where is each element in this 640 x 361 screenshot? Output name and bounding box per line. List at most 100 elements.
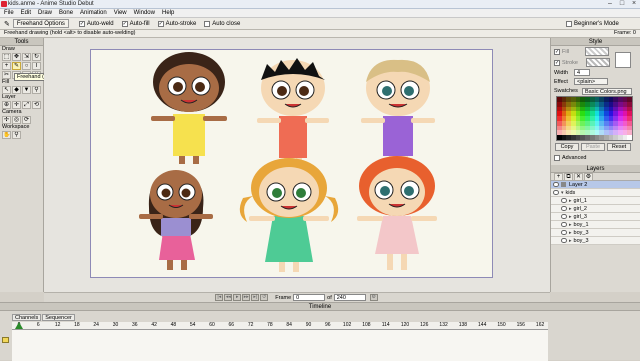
oval-tool-icon[interactable]: ○: [22, 62, 31, 70]
expand-icon[interactable]: ▸: [569, 198, 572, 204]
frame-ruler[interactable]: 0 6 12 18 24 30 36 42 48 54 60 66 72 78 84 90 96 102 108 11…: [12, 322, 548, 330]
expand-icon[interactable]: ▾: [561, 190, 564, 196]
paste-button[interactable]: Paste: [581, 143, 605, 151]
eye-icon[interactable]: [561, 214, 567, 219]
new-layer-icon[interactable]: +: [554, 172, 563, 181]
menu-window[interactable]: Window: [134, 10, 155, 16]
menu-animation[interactable]: Animation: [80, 10, 107, 16]
delete-edge-icon[interactable]: ✂: [2, 71, 11, 79]
create-shape-icon[interactable]: ◆: [12, 86, 21, 94]
timeline-tracks[interactable]: [12, 330, 548, 361]
eye-icon[interactable]: [561, 206, 567, 211]
width-input[interactable]: 4: [574, 69, 590, 76]
minimize-icon[interactable]: –: [604, 0, 616, 8]
step-forward-icon[interactable]: ▸▸: [242, 294, 251, 301]
loop-icon[interactable]: ↺: [260, 294, 269, 301]
layer-row[interactable]: ▸ boy_3: [551, 237, 640, 245]
eye-icon[interactable]: [561, 238, 567, 243]
rotate-layer-icon[interactable]: ⟲: [32, 101, 41, 109]
roll-camera-icon[interactable]: ⟳: [22, 116, 31, 124]
step-back-icon[interactable]: ◂◂: [224, 294, 233, 301]
freehand-options-button[interactable]: Freehand Options: [12, 19, 69, 28]
expand-icon[interactable]: ▸: [569, 238, 572, 244]
layer-row[interactable]: Layer 2: [551, 181, 640, 189]
paint-bucket-icon[interactable]: ▼: [22, 86, 31, 94]
layer-name: boy_3: [573, 229, 589, 236]
tab-sequencer[interactable]: Sequencer: [42, 314, 75, 321]
palette-swatch[interactable]: [627, 135, 632, 140]
rotate-points-icon[interactable]: ↻: [32, 53, 41, 61]
eye-icon[interactable]: [553, 182, 559, 187]
stroke-color-swatch[interactable]: [585, 58, 610, 67]
layer-name: boy_1: [573, 221, 589, 228]
eyedropper-icon[interactable]: ⚲: [32, 86, 41, 94]
auto-weld-checkbox[interactable]: ✓: [78, 20, 85, 27]
frame-input[interactable]: 0: [293, 294, 326, 301]
auto-stroke-checkbox[interactable]: ✓: [157, 20, 164, 27]
menu-edit[interactable]: Edit: [21, 10, 31, 16]
scale-points-icon[interactable]: ⇲: [22, 53, 31, 61]
effect-select[interactable]: <plain>: [574, 78, 608, 85]
scale-layer-icon[interactable]: ⤢: [22, 101, 31, 109]
duplicate-layer-icon[interactable]: ⧉: [564, 172, 573, 181]
fill-checkbox[interactable]: ✓: [554, 48, 560, 55]
track-camera-icon[interactable]: ✢: [2, 116, 11, 124]
auto-weld-label: Auto-weld: [86, 20, 114, 27]
expand-icon[interactable]: ▸: [569, 214, 572, 220]
expand-icon[interactable]: ▸: [569, 222, 572, 228]
close-icon[interactable]: ×: [628, 0, 640, 8]
select-shape-icon[interactable]: ↖: [2, 86, 11, 94]
eye-icon[interactable]: [561, 198, 567, 203]
eye-icon[interactable]: [553, 190, 559, 195]
fill-color-swatch[interactable]: [585, 47, 610, 56]
menu-file[interactable]: File: [4, 10, 14, 16]
stage-frame[interactable]: [90, 49, 493, 278]
auto-fill-checkbox[interactable]: ✓: [121, 20, 128, 27]
menu-draw[interactable]: Draw: [38, 10, 52, 16]
beginners-mode-checkbox[interactable]: [566, 20, 572, 27]
delete-layer-icon[interactable]: ✕: [574, 172, 583, 181]
menu-view[interactable]: View: [114, 10, 127, 16]
zoom-camera-icon[interactable]: ◎: [12, 116, 21, 124]
layer-row[interactable]: ▸ boy_3: [551, 229, 640, 237]
eye-icon[interactable]: [561, 230, 567, 235]
layer-settings-icon[interactable]: ⚙: [584, 172, 593, 181]
tab-channels[interactable]: Channels: [12, 314, 42, 321]
text-tool-icon[interactable]: T: [32, 62, 41, 70]
playhead-icon[interactable]: [15, 322, 23, 329]
translate-points-icon[interactable]: ✥: [12, 53, 21, 61]
hand-icon[interactable]: ✋: [2, 131, 11, 139]
lock-icon[interactable]: [561, 182, 566, 187]
select-points-icon[interactable]: ⬚: [2, 53, 11, 61]
swatches-select[interactable]: Basic Colors.png: [582, 87, 632, 95]
settings-icon[interactable]: ⚙: [369, 294, 378, 301]
maximize-icon[interactable]: □: [616, 0, 628, 8]
zoom-icon[interactable]: ⚲: [12, 131, 21, 139]
expand-icon[interactable]: ▸: [569, 206, 572, 212]
auto-close-checkbox[interactable]: [204, 20, 211, 27]
layer-row[interactable]: ▸ girl_1: [551, 197, 640, 205]
rewind-icon[interactable]: |◂: [215, 294, 224, 301]
advanced-checkbox[interactable]: [554, 154, 560, 161]
copy-button[interactable]: Copy: [555, 143, 579, 151]
eye-icon[interactable]: [561, 222, 567, 227]
menu-help[interactable]: Help: [162, 10, 174, 16]
add-point-icon[interactable]: +: [2, 62, 11, 70]
keyframe-icon: [2, 337, 9, 343]
brush-preview[interactable]: [614, 51, 631, 68]
stroke-checkbox[interactable]: ✓: [554, 59, 560, 66]
translate-layer-icon[interactable]: ✛: [12, 101, 21, 109]
forward-end-icon[interactable]: ▸|: [251, 294, 260, 301]
layer-row[interactable]: ▸ girl_3: [551, 213, 640, 221]
play-icon[interactable]: ▸: [233, 294, 242, 301]
expand-icon[interactable]: ▸: [569, 230, 572, 236]
reset-button[interactable]: Reset: [607, 143, 631, 151]
color-palette[interactable]: [556, 96, 633, 141]
menu-bone[interactable]: Bone: [59, 10, 73, 16]
set-origin-icon[interactable]: ⊕: [2, 101, 11, 109]
freehand-tool-icon[interactable]: ✎: [12, 62, 21, 70]
layer-row[interactable]: ▾ kids: [551, 189, 640, 197]
total-frames-input[interactable]: 240: [333, 294, 366, 301]
layer-row[interactable]: ▸ girl_2: [551, 205, 640, 213]
layer-row[interactable]: ▸ boy_1: [551, 221, 640, 229]
